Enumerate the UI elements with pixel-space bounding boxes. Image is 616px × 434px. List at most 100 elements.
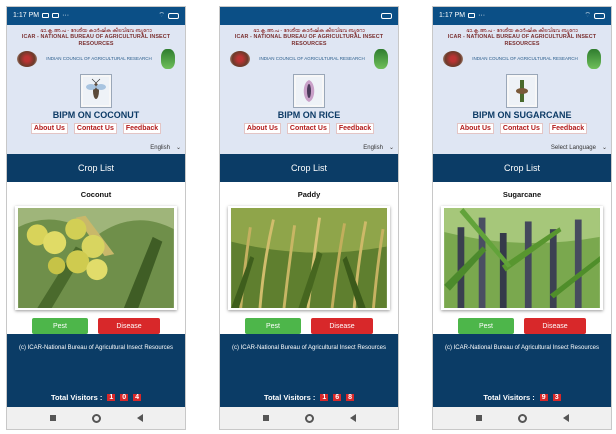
org-name: ICAR - NATIONAL BUREAU OF AGRICULTURAL I… — [21, 33, 171, 47]
top-nav: About Us Contact Us Feedback — [11, 122, 181, 134]
copyright-text: (c) ICAR-National Bureau of Agricultural… — [18, 345, 174, 352]
nav-feedback[interactable]: Feedback — [122, 122, 162, 134]
icar-logo — [373, 48, 388, 69]
nbair-logo — [230, 50, 250, 67]
pest-button[interactable]: Pest — [32, 318, 88, 335]
language-select[interactable]: English ⌄ — [363, 144, 394, 152]
nav-about-us[interactable]: About Us — [243, 122, 281, 134]
visitor-digit: 9 — [539, 393, 548, 401]
crop-actions: Pest Disease — [245, 318, 373, 335]
visitor-digit: 1 — [320, 393, 329, 401]
home-icon[interactable] — [517, 413, 527, 423]
language-select[interactable]: Select Language ⌄ — [550, 144, 607, 152]
language-value: Select Language — [550, 144, 596, 151]
visitor-digit: 1 — [107, 393, 116, 401]
icar-logo — [586, 48, 601, 69]
copyright-text: (c) ICAR-National Bureau of Agricultural… — [231, 345, 387, 352]
nav-feedback[interactable]: Feedback — [548, 122, 588, 134]
app-header: ഭാ.കൃ.അ.പ - ദേശീയ കാർഷിക കീടവിഭവ ബ്യൂറോ … — [433, 24, 611, 155]
image-icon — [468, 13, 476, 19]
crop-name: Paddy — [297, 190, 321, 200]
insect-icon — [296, 76, 322, 105]
recent-apps-icon[interactable] — [475, 415, 482, 422]
org-name: ICAR - NATIONAL BUREAU OF AGRICULTURAL I… — [234, 33, 384, 47]
android-nav-bar — [433, 407, 611, 429]
back-icon[interactable] — [349, 414, 356, 423]
status-time: 1:17 PM — [13, 12, 40, 20]
nav-contact-us[interactable]: Contact Us — [73, 122, 117, 134]
coconut-image[interactable] — [15, 206, 177, 311]
disease-button[interactable]: Disease — [98, 318, 160, 335]
nav-contact-us[interactable]: Contact Us — [286, 122, 330, 134]
battery-icon — [594, 12, 605, 19]
home-icon[interactable] — [91, 413, 101, 423]
status-time: 1:17 PM — [439, 12, 466, 20]
nav-contact-us[interactable]: Contact Us — [499, 122, 543, 134]
parent-org: INDIAN COUNCIL OF AGRICULTURAL RESEARCH — [472, 56, 578, 62]
sugarcane-image[interactable] — [441, 206, 603, 311]
android-nav-bar — [7, 407, 185, 429]
android-nav-bar — [220, 407, 398, 429]
phone-screen-sugarcane: 1:17 PM ··· ⌔ ഭാ.കൃ.അ.പ - ദേശീയ കാർഷിക ക… — [432, 6, 612, 430]
more-icon: ··· — [478, 12, 486, 20]
recent-apps-icon[interactable] — [49, 415, 56, 422]
app-logo — [80, 73, 112, 108]
battery-icon — [381, 12, 392, 19]
image-icon — [52, 13, 60, 19]
visitor-digit: 4 — [133, 393, 142, 401]
visitor-digit: 3 — [552, 393, 561, 401]
chevron-down-icon: ⌄ — [388, 145, 394, 152]
language-value: English — [363, 144, 383, 151]
footer: (c) ICAR-National Bureau of Agricultural… — [433, 334, 611, 388]
crop-list-heading: Crop List — [433, 154, 611, 183]
visitors-label: Total Visitors : — [483, 392, 535, 402]
visitor-digit: 0 — [120, 393, 129, 401]
screenshot-stage: 1:17 PM ··· ⌔ ഭാ.കൃ.അ.പ - ദേശീയ കാർഷിക ക… — [0, 0, 616, 434]
visitor-counter: Total Visitors : 9 3 — [433, 387, 611, 408]
app-header: ഭാ.കൃ.അ.പ - ദേശീയ കാർഷിക കീടവിഭവ ബ്യൂറോ … — [220, 24, 398, 155]
parent-org: INDIAN COUNCIL OF AGRICULTURAL RESEARCH — [46, 56, 152, 62]
language-select[interactable]: English ⌄ — [150, 144, 181, 152]
nav-about-us[interactable]: About Us — [30, 122, 68, 134]
logo-row: INDIAN COUNCIL OF AGRICULTURAL RESEARCH — [11, 48, 181, 70]
wifi-icon: ⌔ — [158, 12, 165, 20]
disease-button[interactable]: Disease — [524, 318, 586, 335]
pest-button[interactable]: Pest — [458, 318, 514, 335]
app-header: ഭാ.കൃ.അ.പ - ദേശീയ കാർഷിക കീടവിഭവ ബ്യൂറോ … — [7, 24, 185, 155]
status-bar — [220, 7, 398, 25]
icar-logo — [160, 48, 175, 69]
back-icon[interactable] — [136, 414, 143, 423]
pest-button[interactable]: Pest — [245, 318, 301, 335]
recent-apps-icon[interactable] — [262, 415, 269, 422]
disease-button[interactable]: Disease — [311, 318, 373, 335]
org-name: ICAR - NATIONAL BUREAU OF AGRICULTURAL I… — [447, 33, 597, 47]
crop-actions: Pest Disease — [32, 318, 160, 335]
top-nav: About Us Contact Us Feedback — [224, 122, 394, 134]
visitors-label: Total Visitors : — [263, 392, 316, 402]
phone-screen-rice: ഭാ.കൃ.അ.പ - ദേശീയ കാർഷിക കീടവിഭവ ബ്യൂറോ … — [219, 6, 399, 430]
nav-about-us[interactable]: About Us — [456, 122, 494, 134]
battery-icon — [168, 12, 179, 19]
message-icon — [42, 13, 50, 19]
crop-name: Coconut — [80, 190, 112, 200]
parent-org: INDIAN COUNCIL OF AGRICULTURAL RESEARCH — [259, 56, 365, 62]
crop-card: Paddy Pest Disease — [220, 182, 398, 335]
back-icon[interactable] — [562, 414, 569, 423]
app-logo — [506, 73, 538, 108]
nav-feedback[interactable]: Feedback — [335, 122, 375, 134]
crop-name: Sugarcane — [502, 190, 542, 200]
phone-screen-coconut: 1:17 PM ··· ⌔ ഭാ.കൃ.അ.പ - ദേശീയ കാർഷിക ക… — [6, 6, 186, 430]
paddy-image[interactable] — [228, 206, 390, 311]
status-bar: 1:17 PM ··· ⌔ — [433, 7, 611, 25]
footer: (c) ICAR-National Bureau of Agricultural… — [7, 334, 185, 388]
visitors-label: Total Visitors : — [50, 392, 103, 402]
footer: (c) ICAR-National Bureau of Agricultural… — [220, 334, 398, 388]
crop-card: Sugarcane Pest Disease — [433, 182, 611, 335]
crop-card: Coconut Pest Disease — [7, 182, 185, 335]
home-icon[interactable] — [304, 413, 314, 423]
insect-icon — [83, 76, 109, 105]
logo-row: INDIAN COUNCIL OF AGRICULTURAL RESEARCH — [224, 48, 394, 70]
language-value: English — [150, 144, 170, 151]
chevron-down-icon: ⌄ — [601, 145, 607, 152]
crop-actions: Pest Disease — [458, 318, 586, 335]
